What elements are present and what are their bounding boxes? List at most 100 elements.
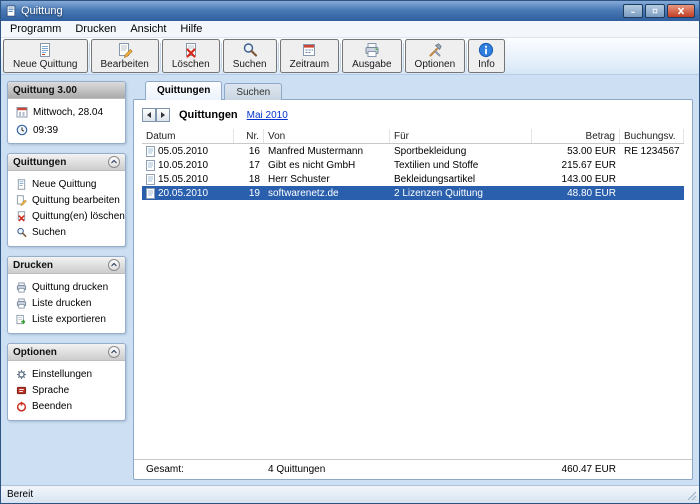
previous-period-button[interactable] [142,108,156,122]
cell-fuer: Sportbekleidung [390,144,532,158]
sidebar-item-quittung-bearbeiten[interactable]: Quittung bearbeiten [11,192,122,208]
toolbar-output-button[interactable]: Ausgabe [342,39,401,73]
delete-icon [16,211,27,222]
receipt-doc-icon [146,174,155,185]
sidebar-item-label: Quittung bearbeiten [32,195,120,206]
date-row: Mittwoch, 28.04 [13,106,120,118]
sidebar-item-label: Suchen [32,227,66,238]
sidebar-item-liste-drucken[interactable]: Liste drucken [11,295,122,311]
panel-title: Optionen [13,347,57,358]
toolbar-info-button[interactable]: Info [468,39,505,73]
drucken-panel-items: Quittung drucken Liste drucken Liste exp… [8,274,125,333]
toolbar-separator [160,43,161,69]
total-amount: 460.47 EUR [532,464,620,475]
collapse-button[interactable] [108,156,120,168]
sidebar-item-beenden[interactable]: Beenden [11,398,122,414]
optionen-panel: Optionen Einstellungen Sprache Beenden [7,343,126,421]
minimize-button[interactable] [623,4,643,18]
collapse-button[interactable] [108,346,120,358]
calendar-icon [16,106,28,118]
period-link[interactable]: Mai 2010 [247,110,288,121]
table-row-selected[interactable]: 20.05.2010 19 softwarenetz.de 2 Lizenzen… [142,186,684,200]
sidebar-item-suchen[interactable]: Suchen [11,224,122,240]
export-icon [16,314,27,325]
cell-fuer: Textilien und Stoffe [390,158,532,172]
cell-betrag: 143.00 EUR [532,172,620,186]
sidebar-item-quittung-drucken[interactable]: Quittung drucken [11,279,122,295]
cell-von: Herr Schuster [264,172,390,186]
column-header-von[interactable]: Von [264,129,390,143]
table-row[interactable]: 10.05.2010 17 Gibt es nicht GmbH Textili… [142,158,684,172]
column-header-buchungsv[interactable]: Buchungsv. [620,129,684,143]
cell-betrag: 215.67 EUR [532,158,620,172]
menu-programm[interactable]: Programm [3,22,68,36]
table-header: Datum Nr. Von Für Betrag Buchungsv. [142,129,684,144]
column-header-fuer[interactable]: Für [390,129,532,143]
toolbar-button-label: Zeitraum [290,59,329,70]
toolbar-separator [403,43,404,69]
column-header-nr[interactable]: Nr. [234,129,264,143]
toolbar-button-label: Suchen [233,59,267,70]
maximize-button[interactable] [645,4,665,18]
toolbar-separator [221,43,222,69]
sidebar-item-sprache[interactable]: Sprache [11,382,122,398]
total-label: Gesamt: [142,464,264,475]
tab-suchen[interactable]: Suchen [224,83,282,100]
page-title: Quittungen [179,109,238,121]
sidebar-item-liste-exportieren[interactable]: Liste exportieren [11,311,122,327]
statusbar: Bereit [1,485,699,503]
app-window: Quittung Programm Drucken Ansicht Hilfe … [0,0,700,504]
chevron-up-icon [110,158,118,166]
receipt-doc-icon [146,160,155,171]
sidebar-item-quittung-loeschen[interactable]: Quittung(en) löschen [11,208,122,224]
column-header-betrag[interactable]: Betrag [532,129,620,143]
collapse-button[interactable] [108,259,120,271]
close-button[interactable] [667,4,695,18]
next-period-button[interactable] [156,108,170,122]
clock-icon [16,124,28,136]
cell-betrag: 48.80 EUR [532,186,620,200]
cell-buchungsv [620,158,684,172]
tab-strip: Quittungen Suchen [145,81,693,100]
toolbar-edit-button[interactable]: Bearbeiten [91,39,159,73]
table-row[interactable]: 05.05.2010 16 Manfred Mustermann Sportbe… [142,144,684,158]
chevron-up-icon [110,348,118,356]
current-date: Mittwoch, 28.04 [33,107,103,118]
main-area: Quittungen Suchen Quittungen Mai 2010 Da… [133,81,693,480]
column-header-datum[interactable]: Datum [142,129,234,143]
drucken-panel-header: Drucken [8,257,125,274]
toolbar-separator [466,43,467,69]
panel-title: Drucken [13,260,53,271]
toolbar-search-button[interactable]: Suchen [223,39,277,73]
search-icon [16,227,27,238]
calendar-icon [301,42,317,58]
toolbar-separator [278,43,279,69]
table-row[interactable]: 15.05.2010 18 Herr Schuster Bekleidungsa… [142,172,684,186]
time-row: 09:39 [13,124,120,136]
maximize-icon [652,7,658,15]
menu-hilfe[interactable]: Hilfe [173,22,209,36]
toolbar-delete-button[interactable]: Löschen [162,39,220,73]
sidebar-item-einstellungen[interactable]: Einstellungen [11,366,122,382]
sidebar-item-label: Liste drucken [32,298,91,309]
toolbar-options-button[interactable]: Optionen [405,39,466,73]
panel-title: Quittungen [13,157,66,168]
menu-ansicht[interactable]: Ansicht [123,22,173,36]
toolbar-button-label: Ausgabe [352,59,391,70]
titlebar: Quittung [1,1,699,21]
main-panel: Quittungen Mai 2010 Datum Nr. Von Für Be… [133,99,693,480]
menu-drucken[interactable]: Drucken [68,22,123,36]
toolbar-separator [89,43,90,69]
toolbar-new-receipt-button[interactable]: Neue Quittung [3,39,88,73]
cell-betrag: 53.00 EUR [532,144,620,158]
tools-icon [427,42,443,58]
new-receipt-icon [16,179,27,190]
toolbar-button-label: Info [478,59,495,70]
app-icon [5,5,17,17]
resize-grip[interactable] [687,491,697,501]
toolbar-separator [340,43,341,69]
sidebar-item-neue-quittung[interactable]: Neue Quittung [11,176,122,192]
tab-quittungen[interactable]: Quittungen [145,81,222,100]
cell-von: Manfred Mustermann [264,144,390,158]
toolbar-period-button[interactable]: Zeitraum [280,39,339,73]
